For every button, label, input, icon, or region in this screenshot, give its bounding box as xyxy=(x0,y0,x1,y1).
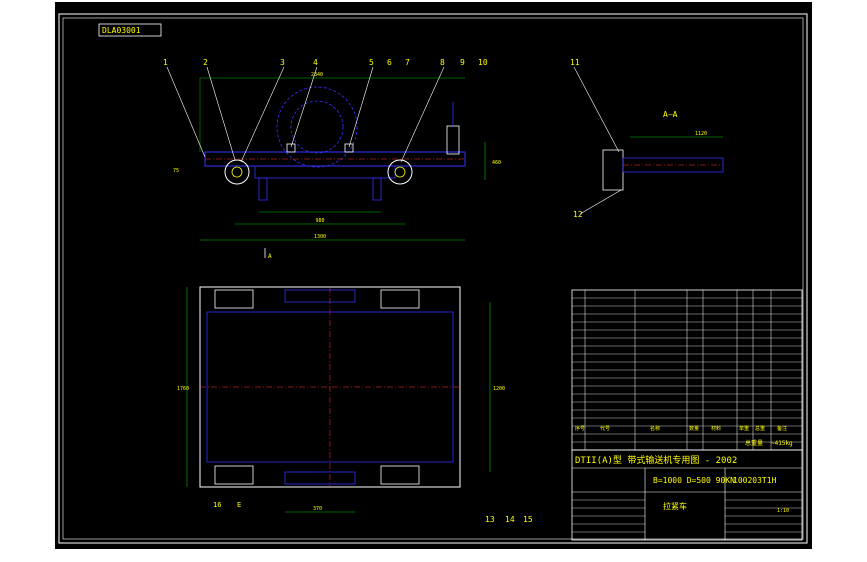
header-no: 序号 xyxy=(575,425,585,432)
plan-dim-bottom-text: 370 xyxy=(313,506,322,512)
leader-8 xyxy=(400,66,445,163)
leader-1 xyxy=(166,66,206,158)
dim-mid-text: 980 xyxy=(315,218,324,224)
callouts-top: 1 2 3 4 5 6 7 8 9 10 11 12 xyxy=(163,58,622,219)
plan-wheel-tl xyxy=(214,289,254,309)
header-code: 代号 xyxy=(600,425,610,432)
callout-4: 4 xyxy=(313,58,318,67)
header-material: 材料 xyxy=(711,425,721,432)
post-left xyxy=(258,177,268,201)
post-right xyxy=(372,177,382,201)
header-total-wt: 总重 xyxy=(755,425,765,432)
leader-3 xyxy=(240,66,285,163)
cad-drawing: DLA03001 2340 1300 980 460 75 A 1 2 3 4 … xyxy=(58,13,808,544)
callout-12: 12 xyxy=(573,210,583,219)
header-name: 名称 xyxy=(650,425,660,432)
callout-8: 8 xyxy=(440,58,445,67)
callout-9: 9 xyxy=(460,58,465,67)
callout-13: 13 xyxy=(485,515,495,524)
parts-list: 序号 代号 名称 数量 材料 单重 总重 备注 总重量 ~415kg xyxy=(571,289,803,451)
leader-4 xyxy=(290,66,318,148)
dim-right-text: 460 xyxy=(492,160,501,166)
plan-wheel-bl xyxy=(214,465,254,485)
part-name: 拉紧车 xyxy=(663,501,687,511)
callout-11: 11 xyxy=(570,58,580,67)
header-qty: 数量 xyxy=(689,425,699,432)
ratio: 1:10 xyxy=(777,508,789,514)
callout-5: 5 xyxy=(369,58,374,67)
weight-label: 总重量 xyxy=(745,439,763,447)
fitting-a xyxy=(286,143,296,153)
plan-crossbar-bottom xyxy=(284,471,356,485)
weight-value: ~415kg xyxy=(771,440,793,447)
section-mark-text: A xyxy=(268,253,272,260)
leader-11 xyxy=(573,66,620,153)
plan-crossbar-top xyxy=(284,289,356,303)
wheel-left-hub xyxy=(231,166,243,178)
plan-dim-right-text: 1200 xyxy=(493,386,505,392)
code-box-text: DLA03001 xyxy=(102,26,141,35)
callout-6: 6 xyxy=(387,58,392,67)
leader-12 xyxy=(579,189,622,215)
plan-wheel-br xyxy=(380,465,420,485)
dim-bottom-text: 1300 xyxy=(314,234,326,240)
callout-15: 15 xyxy=(523,515,533,524)
plan-view: 1760 1200 370 16 E 13 14 15 xyxy=(177,286,533,524)
wheel-right-hub xyxy=(394,166,406,178)
section-dim-text: 1120 xyxy=(695,131,707,137)
plan-dim-left-text: 1760 xyxy=(177,386,189,392)
spec-text: B=1000 D=500 90KN xyxy=(653,476,735,485)
callout-14: 14 xyxy=(505,515,515,524)
section-wheel xyxy=(602,149,624,191)
wheel-right xyxy=(387,159,413,185)
callout-3: 3 xyxy=(280,58,285,67)
leader-2 xyxy=(206,66,236,161)
drawing-sheet: DLA03001 2340 1300 980 460 75 A 1 2 3 4 … xyxy=(55,2,812,549)
callout-1: 1 xyxy=(163,58,168,67)
drum-inner xyxy=(290,100,344,154)
callout-16: 16 xyxy=(213,501,221,509)
callout-7: 7 xyxy=(405,58,410,67)
header-unit-wt: 单重 xyxy=(739,425,749,432)
leader-5 xyxy=(348,66,374,148)
section-view: A—A 1120 xyxy=(602,110,724,191)
elevation-view: 2340 1300 980 460 75 A xyxy=(173,72,501,260)
dim-small-text: 75 xyxy=(173,168,179,174)
title-line: DTII(A)型 带式输送机专用图 - 2002 xyxy=(575,454,737,466)
title-block: DTII(A)型 带式输送机专用图 - 2002 B=1000 D=500 90… xyxy=(571,449,803,541)
drawing-no: 100203T1H xyxy=(733,476,777,485)
lower-frame xyxy=(254,165,396,179)
callout-e: E xyxy=(237,501,241,509)
end-bracket xyxy=(446,125,460,155)
plan-wheel-tr xyxy=(380,289,420,309)
callout-10: 10 xyxy=(478,58,488,67)
dim-top-text: 2340 xyxy=(311,72,323,78)
title-grid xyxy=(572,499,802,533)
section-title: A—A xyxy=(663,110,678,119)
wheel-left xyxy=(224,159,250,185)
drum-outline xyxy=(276,86,358,168)
header-remark: 备注 xyxy=(777,425,787,432)
callout-2: 2 xyxy=(203,58,208,67)
